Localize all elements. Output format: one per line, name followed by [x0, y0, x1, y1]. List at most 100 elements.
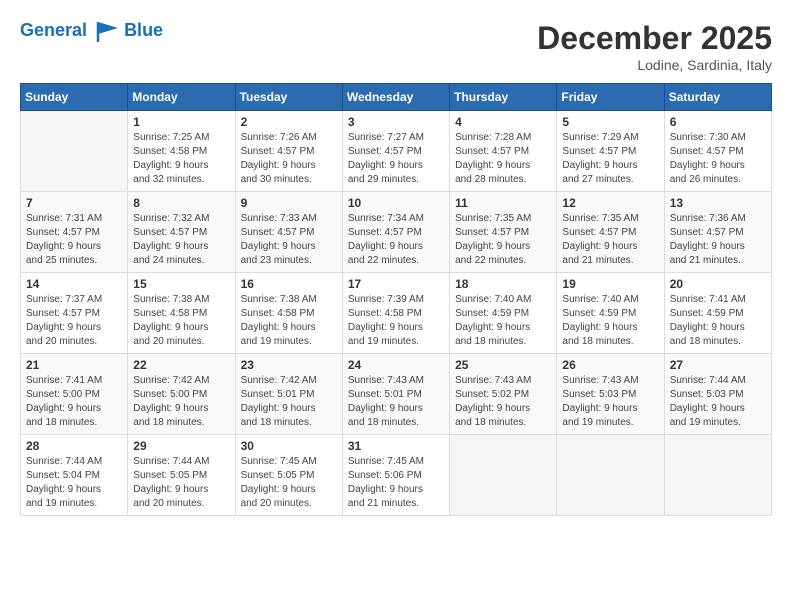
calendar-cell: 26 Sunrise: 7:43 AMSunset: 5:03 PMDayligh…	[557, 354, 664, 435]
weekday-header-monday: Monday	[128, 84, 235, 111]
day-info: Sunrise: 7:26 AMSunset: 4:57 PMDaylight:…	[241, 131, 337, 187]
day-number: 18	[455, 277, 551, 291]
day-number: 21	[26, 358, 122, 372]
day-info: Sunrise: 7:45 AMSunset: 5:06 PMDaylight:…	[348, 455, 444, 511]
logo-text: General	[20, 20, 122, 42]
day-number: 20	[670, 277, 766, 291]
calendar-cell: 13 Sunrise: 7:36 AMSunset: 4:57 PMDayligh…	[664, 192, 771, 273]
weekday-header-row: SundayMondayTuesdayWednesdayThursdayFrid…	[21, 84, 772, 111]
logo-flag-icon	[94, 20, 122, 42]
day-info: Sunrise: 7:38 AMSunset: 4:58 PMDaylight:…	[133, 293, 229, 349]
calendar-cell: 16Sunrise: 7:38 AMSunset: 4:58 PMDayligh…	[235, 273, 342, 354]
day-number: 17	[348, 277, 444, 291]
page-header: General Blue December 2025 Lodine, Sardi…	[20, 20, 772, 73]
calendar-week-row: 21 Sunrise: 7:41 AMSunset: 5:00 PMDayligh…	[21, 354, 772, 435]
calendar-cell: 28Sunrise: 7:44 AMSunset: 5:04 PMDayligh…	[21, 435, 128, 516]
day-info: Sunrise: 7:39 AMSunset: 4:58 PMDaylight:…	[348, 293, 444, 349]
calendar-cell: 24 Sunrise: 7:43 AMSunset: 5:01 PMDayligh…	[342, 354, 449, 435]
day-info: Sunrise: 7:41 AMSunset: 4:59 PMDaylight:…	[670, 293, 766, 349]
day-info: Sunrise: 7:28 AMSunset: 4:57 PMDaylight:…	[455, 131, 551, 187]
calendar-cell	[450, 435, 557, 516]
day-info: Sunrise: 7:44 AMSunset: 5:05 PMDaylight:…	[133, 455, 229, 511]
calendar-cell: 25 Sunrise: 7:43 AMSunset: 5:02 PMDayligh…	[450, 354, 557, 435]
calendar-cell: 10Sunrise: 7:34 AMSunset: 4:57 PMDayligh…	[342, 192, 449, 273]
weekday-header-sunday: Sunday	[21, 84, 128, 111]
day-info: Sunrise: 7:43 AMSunset: 5:01 PMDaylight:…	[348, 374, 444, 430]
day-info: Sunrise: 7:27 AMSunset: 4:57 PMDaylight:…	[348, 131, 444, 187]
day-number: 22	[133, 358, 229, 372]
day-number: 14	[26, 277, 122, 291]
calendar-cell: 19Sunrise: 7:40 AMSunset: 4:59 PMDayligh…	[557, 273, 664, 354]
calendar-cell: 7Sunrise: 7:31 AMSunset: 4:57 PMDaylight…	[21, 192, 128, 273]
calendar-week-row: 14 Sunrise: 7:37 AMSunset: 4:57 PMDayligh…	[21, 273, 772, 354]
calendar-cell: 5Sunrise: 7:29 AMSunset: 4:57 PMDaylight…	[557, 111, 664, 192]
location-label: Lodine, Sardinia, Italy	[537, 57, 772, 73]
calendar-cell: 20 Sunrise: 7:41 AMSunset: 4:59 PMDayligh…	[664, 273, 771, 354]
day-info: Sunrise: 7:25 AMSunset: 4:58 PMDaylight:…	[133, 131, 229, 187]
weekday-header-saturday: Saturday	[664, 84, 771, 111]
day-info: Sunrise: 7:41 AMSunset: 5:00 PMDaylight:…	[26, 374, 122, 430]
calendar-cell: 18Sunrise: 7:40 AMSunset: 4:59 PMDayligh…	[450, 273, 557, 354]
day-info: Sunrise: 7:45 AMSunset: 5:05 PMDaylight:…	[241, 455, 337, 511]
calendar-cell: 30 Sunrise: 7:45 AMSunset: 5:05 PMDayligh…	[235, 435, 342, 516]
logo-general: General	[20, 20, 87, 40]
day-number: 5	[562, 115, 658, 129]
day-number: 31	[348, 439, 444, 453]
day-number: 24	[348, 358, 444, 372]
day-number: 9	[241, 196, 337, 210]
day-number: 25	[455, 358, 551, 372]
day-info: Sunrise: 7:37 AMSunset: 4:57 PMDaylight:…	[26, 293, 122, 349]
calendar-cell: 29Sunrise: 7:44 AMSunset: 5:05 PMDayligh…	[128, 435, 235, 516]
logo: General Blue	[20, 20, 163, 42]
day-info: Sunrise: 7:42 AMSunset: 5:01 PMDaylight:…	[241, 374, 337, 430]
calendar-cell: 8Sunrise: 7:32 AMSunset: 4:57 PMDaylight…	[128, 192, 235, 273]
day-info: Sunrise: 7:30 AMSunset: 4:57 PMDaylight:…	[670, 131, 766, 187]
title-block: December 2025 Lodine, Sardinia, Italy	[537, 20, 772, 73]
weekday-header-thursday: Thursday	[450, 84, 557, 111]
logo-blue: Blue	[124, 20, 163, 41]
calendar-cell: 15 Sunrise: 7:38 AMSunset: 4:58 PMDayligh…	[128, 273, 235, 354]
day-info: Sunrise: 7:32 AMSunset: 4:57 PMDaylight:…	[133, 212, 229, 268]
day-number: 13	[670, 196, 766, 210]
calendar-cell: 11 Sunrise: 7:35 AMSunset: 4:57 PMDayligh…	[450, 192, 557, 273]
calendar-cell: 21 Sunrise: 7:41 AMSunset: 5:00 PMDayligh…	[21, 354, 128, 435]
day-number: 3	[348, 115, 444, 129]
calendar-cell: 17 Sunrise: 7:39 AMSunset: 4:58 PMDayligh…	[342, 273, 449, 354]
day-number: 1	[133, 115, 229, 129]
day-info: Sunrise: 7:43 AMSunset: 5:02 PMDaylight:…	[455, 374, 551, 430]
day-number: 12	[562, 196, 658, 210]
day-info: Sunrise: 7:33 AMSunset: 4:57 PMDaylight:…	[241, 212, 337, 268]
day-number: 6	[670, 115, 766, 129]
calendar-week-row: 7Sunrise: 7:31 AMSunset: 4:57 PMDaylight…	[21, 192, 772, 273]
day-number: 10	[348, 196, 444, 210]
day-info: Sunrise: 7:43 AMSunset: 5:03 PMDaylight:…	[562, 374, 658, 430]
day-info: Sunrise: 7:35 AMSunset: 4:57 PMDaylight:…	[562, 212, 658, 268]
calendar-cell	[557, 435, 664, 516]
day-info: Sunrise: 7:35 AMSunset: 4:57 PMDaylight:…	[455, 212, 551, 268]
calendar-cell: 31 Sunrise: 7:45 AMSunset: 5:06 PMDayligh…	[342, 435, 449, 516]
weekday-header-tuesday: Tuesday	[235, 84, 342, 111]
day-info: Sunrise: 7:44 AMSunset: 5:04 PMDaylight:…	[26, 455, 122, 511]
day-info: Sunrise: 7:42 AMSunset: 5:00 PMDaylight:…	[133, 374, 229, 430]
calendar-cell: 23 Sunrise: 7:42 AMSunset: 5:01 PMDayligh…	[235, 354, 342, 435]
day-number: 30	[241, 439, 337, 453]
calendar-cell: 22 Sunrise: 7:42 AMSunset: 5:00 PMDayligh…	[128, 354, 235, 435]
day-number: 11	[455, 196, 551, 210]
day-info: Sunrise: 7:36 AMSunset: 4:57 PMDaylight:…	[670, 212, 766, 268]
day-number: 4	[455, 115, 551, 129]
day-number: 15	[133, 277, 229, 291]
weekday-header-wednesday: Wednesday	[342, 84, 449, 111]
calendar-cell: 27Sunrise: 7:44 AMSunset: 5:03 PMDayligh…	[664, 354, 771, 435]
day-number: 19	[562, 277, 658, 291]
weekday-header-friday: Friday	[557, 84, 664, 111]
day-number: 26	[562, 358, 658, 372]
calendar-cell: 14 Sunrise: 7:37 AMSunset: 4:57 PMDayligh…	[21, 273, 128, 354]
day-number: 27	[670, 358, 766, 372]
calendar-cell	[664, 435, 771, 516]
calendar-cell: 1 Sunrise: 7:25 AMSunset: 4:58 PMDaylight…	[128, 111, 235, 192]
day-number: 23	[241, 358, 337, 372]
calendar-cell: 3 Sunrise: 7:27 AMSunset: 4:57 PMDaylight…	[342, 111, 449, 192]
calendar-cell: 2Sunrise: 7:26 AMSunset: 4:57 PMDaylight…	[235, 111, 342, 192]
calendar-cell: 12 Sunrise: 7:35 AMSunset: 4:57 PMDayligh…	[557, 192, 664, 273]
day-info: Sunrise: 7:31 AMSunset: 4:57 PMDaylight:…	[26, 212, 122, 268]
